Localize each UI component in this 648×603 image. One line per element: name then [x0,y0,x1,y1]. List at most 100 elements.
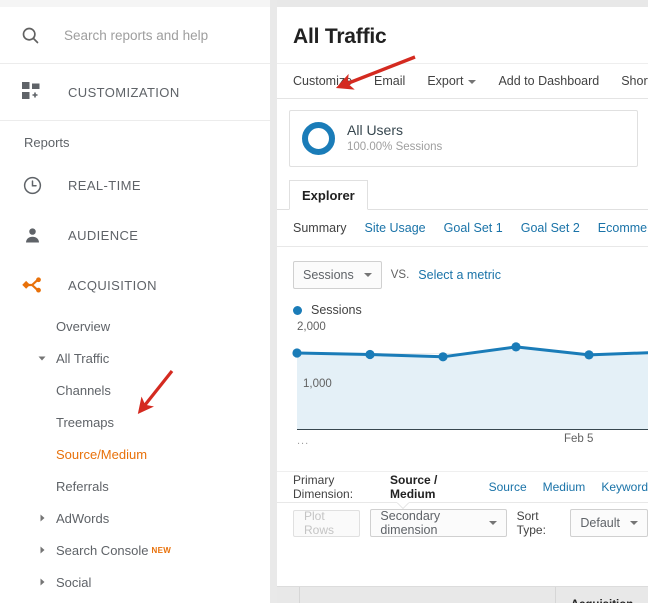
sidebar-item-label: All Traffic [56,350,110,366]
sidebar-item-channels[interactable]: Channels [0,374,270,406]
primary-dimension-row: Primary Dimension: Source / Medium Sourc… [277,471,648,508]
chart-point[interactable] [511,342,521,352]
sidebar-item-label: Treemaps [56,414,115,430]
reports-section-label: Reports [24,135,70,150]
primary-dimension-label: Primary Dimension: [293,473,354,501]
sidebar-item-treemaps[interactable]: Treemaps [0,406,270,438]
new-badge: NEW [151,545,172,555]
sidebar-item-acquisition[interactable]: ACQUISITION [0,260,270,310]
tab-explorer-label: Explorer [302,187,355,203]
chevron-right-icon [36,544,48,556]
sidebar: CUSTOMIZATION Reports REAL-TIME AUDIENCE [0,7,271,603]
clock-icon [22,175,58,196]
chevron-right-icon [36,512,48,524]
x-tick-label: Feb 5 [564,433,594,445]
dimension-link-keyword[interactable]: Keyword [601,480,648,494]
add-to-dashboard-button[interactable]: Add to Dashboard [498,74,599,88]
tab-ecommerce[interactable]: Ecommerce [598,221,648,235]
sidebar-item-social[interactable]: Social [0,566,270,598]
sidebar-item-label: Search Console [56,542,149,558]
legend-label: Sessions [311,303,362,317]
sessions-line-chart[interactable]: 2,000 1,000 Feb 5 ... [277,321,648,453]
sidebar-item-label: AUDIENCE [68,227,139,243]
chart-point[interactable] [292,348,302,358]
sidebar-item-label: ACQUISITION [68,277,157,293]
dimension-link-medium[interactable]: Medium [543,480,586,494]
sidebar-item-label: Channels [56,382,111,398]
chevron-down-icon [630,521,638,525]
sort-type-value: Default [580,516,620,530]
sidebar-item-label: CUSTOMIZATION [68,84,180,100]
customize-label: Customize [293,74,353,88]
segment-text: All Users 100.00% Sessions [347,122,442,155]
main-panel: All Traffic Customize Email Export Add t… [277,7,648,603]
sidebar-item-source-medium[interactable]: Source/Medium [0,438,270,470]
email-button[interactable]: Email [374,74,405,88]
search-icon [20,25,56,46]
donut-icon [302,122,335,155]
sidebar-item-referrals[interactable]: Referrals [0,470,270,502]
chart-legend: Sessions [277,289,648,317]
sidebar-item-customization[interactable]: CUSTOMIZATION [0,64,270,121]
tab-summary[interactable]: Summary [293,221,346,235]
sort-type-select[interactable]: Default [570,509,648,537]
sidebar-item-label: Overview [56,318,111,334]
sidebar-item-adwords[interactable]: AdWords [0,502,270,534]
sidebar-item-campaigns[interactable]: Campaigns [0,598,270,603]
table-header-acquisition: Acquisition [556,587,648,603]
top-strip [0,0,648,8]
segment-bar[interactable]: All Users 100.00% Sessions [289,110,638,167]
customize-button[interactable]: Customize [293,74,352,88]
secondary-dimension-select[interactable]: Secondary dimension [370,509,507,537]
tab-site-usage[interactable]: Site Usage [364,221,425,235]
sidebar-item-real-time[interactable]: REAL-TIME [0,160,270,210]
table-controls-row: Plot Rows Secondary dimension Sort Type:… [277,502,648,543]
chevron-down-icon [363,273,372,277]
chevron-down-icon [468,79,477,84]
metric-select-value: Sessions [303,268,354,282]
sidebar-item-overview[interactable]: Overview [0,310,270,342]
select-a-metric-link[interactable]: Select a metric [418,268,501,282]
legend-color-dot [293,305,302,315]
search-input[interactable] [64,27,244,43]
email-label: Email [374,74,406,88]
tab-explorer[interactable]: Explorer [289,180,368,210]
dimension-link-source[interactable]: Source [489,480,527,494]
primary-dimension-selected[interactable]: Source / Medium [390,473,473,501]
sort-type-label: Sort Type: [516,509,546,537]
chart-point[interactable] [438,352,448,362]
search-row[interactable] [0,7,270,64]
x-axis-ellipsis: ... [297,435,310,447]
secondary-dimension-label: Secondary dimension [380,509,441,537]
person-icon [22,225,58,246]
export-button[interactable]: Export [427,74,477,88]
chart-point[interactable] [584,350,594,360]
table-header-checkbox-cell [277,587,300,603]
sidebar-item-label: AdWords [56,510,110,526]
tab-goal-set-2[interactable]: Goal Set 2 [521,221,580,235]
sidebar-item-label: REAL-TIME [68,177,141,193]
chevron-right-icon [36,576,48,588]
shortcut-button[interactable]: Shortcut [621,74,648,88]
page-title: All Traffic [293,25,387,48]
table-header: Acquisition [277,586,648,603]
sidebar-item-audience[interactable]: AUDIENCE [0,210,270,260]
acquisition-node-icon [22,274,58,296]
segment-sub: 100.00% Sessions [347,141,443,153]
sidebar-item-search-console[interactable]: Search Console NEW [0,534,270,566]
sidebar-item-label: Source/Medium [56,446,148,462]
metric-row: Sessions VS. Select a metric [277,247,648,289]
panel-gutter [270,0,277,603]
metric-select[interactable]: Sessions [293,261,382,289]
shortcut-label: Shortcut [621,74,648,88]
sidebar-item-all-traffic[interactable]: All Traffic [0,342,270,374]
explorer-tab-row: Explorer [277,179,648,210]
selected-dimension-caret-icon [397,502,409,508]
chevron-down-icon [36,352,48,364]
chevron-down-icon [488,521,497,525]
chart-point[interactable] [365,349,375,360]
segment-name: All Users [347,122,404,138]
plot-rows-button: Plot Rows [293,509,361,537]
report-toolbar: Customize Email Export Add to Dashboard … [277,63,648,99]
tab-goal-set-1[interactable]: Goal Set 1 [444,221,503,235]
